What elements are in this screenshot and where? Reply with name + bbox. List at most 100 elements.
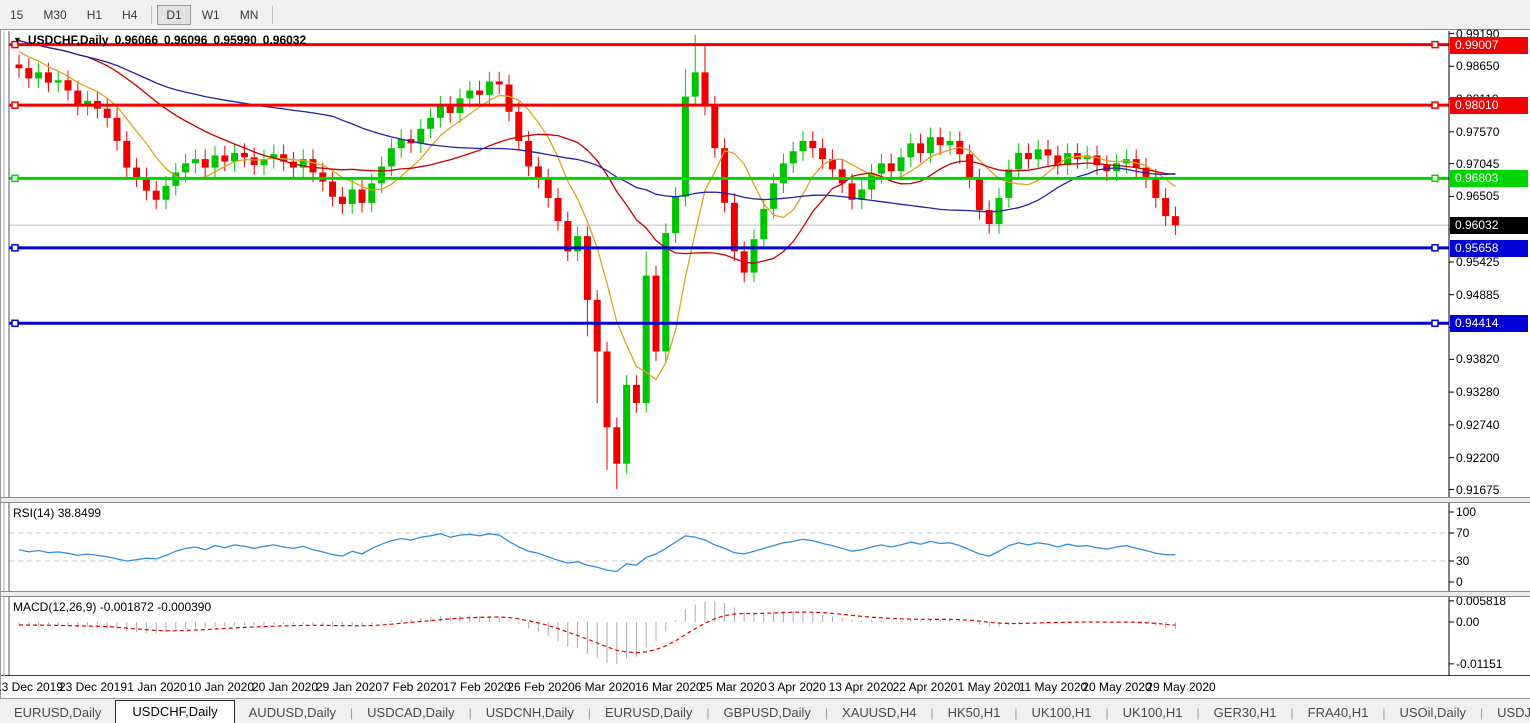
- candle-body[interactable]: [652, 275, 660, 352]
- candle-body[interactable]: [152, 190, 160, 200]
- candle-body[interactable]: [691, 72, 699, 97]
- line-handle[interactable]: [1431, 101, 1439, 109]
- candle-body[interactable]: [417, 128, 425, 144]
- candle-body[interactable]: [103, 108, 111, 118]
- candle-body[interactable]: [35, 72, 43, 79]
- candle-body[interactable]: [25, 68, 33, 79]
- candle-body[interactable]: [672, 196, 680, 234]
- line-handle[interactable]: [1431, 174, 1439, 183]
- candle-body[interactable]: [495, 81, 503, 85]
- candle-body[interactable]: [397, 139, 405, 149]
- candle-body[interactable]: [15, 64, 23, 69]
- candle-body[interactable]: [123, 140, 131, 168]
- line-handle[interactable]: [11, 244, 19, 252]
- price-level-badge[interactable]: 0.96803: [1450, 170, 1528, 188]
- line-handle[interactable]: [11, 174, 19, 183]
- chart-tab-uk100-h1[interactable]: UK100,H1: [1017, 702, 1105, 723]
- candle-body[interactable]: [113, 117, 121, 141]
- candle-body[interactable]: [505, 84, 513, 112]
- candle-body[interactable]: [819, 148, 827, 160]
- candle-body[interactable]: [338, 196, 346, 205]
- candle-body[interactable]: [211, 155, 219, 168]
- candle-body[interactable]: [240, 153, 248, 158]
- line-handle[interactable]: [11, 319, 19, 328]
- candle-body[interactable]: [162, 185, 170, 200]
- chart-tab-gbpusd-daily[interactable]: GBPUSD,Daily: [709, 702, 824, 723]
- candle-body[interactable]: [936, 137, 944, 146]
- chart-tab-usdchf-daily[interactable]: USDCHF,Daily: [115, 700, 235, 723]
- chart-tab-eurusd-daily[interactable]: EURUSD,Daily: [591, 702, 706, 723]
- candle-body[interactable]: [593, 299, 601, 352]
- candle-body[interactable]: [231, 153, 239, 162]
- candle-body[interactable]: [789, 151, 797, 164]
- candle-body[interactable]: [642, 275, 650, 404]
- line-handle[interactable]: [11, 101, 19, 109]
- candle-body[interactable]: [309, 159, 317, 173]
- candle-body[interactable]: [917, 143, 925, 154]
- candle-body[interactable]: [387, 148, 395, 167]
- chart-tab-usdcad-daily[interactable]: USDCAD,Daily: [353, 702, 468, 723]
- chart-tab-hk50-h1[interactable]: HK50,H1: [934, 702, 1015, 723]
- candle-body[interactable]: [525, 140, 533, 167]
- candle-body[interactable]: [946, 140, 954, 146]
- candle-body[interactable]: [1015, 153, 1023, 170]
- price-level-badge[interactable]: 0.94414: [1450, 315, 1528, 333]
- candle-body[interactable]: [74, 90, 82, 106]
- candle-body[interactable]: [1005, 169, 1013, 198]
- candle-body[interactable]: [476, 90, 484, 95]
- candle-body[interactable]: [1034, 149, 1042, 160]
- candle-body[interactable]: [662, 233, 670, 352]
- candle-body[interactable]: [1044, 149, 1052, 156]
- candle-body[interactable]: [64, 80, 72, 91]
- chart-tab-fra40-h1[interactable]: FRA40,H1: [1294, 702, 1383, 723]
- candle-body[interactable]: [897, 157, 905, 172]
- candle-body[interactable]: [926, 137, 934, 154]
- candle-body[interactable]: [544, 178, 552, 198]
- candle-body[interactable]: [877, 163, 885, 174]
- chart-canvas[interactable]: [1, 30, 1530, 698]
- candle-body[interactable]: [534, 166, 542, 179]
- candle-body[interactable]: [201, 159, 209, 168]
- candle-body[interactable]: [250, 157, 258, 166]
- candle-body[interactable]: [133, 167, 141, 178]
- price-level-badge[interactable]: 0.98010: [1450, 97, 1528, 115]
- timeframe-button-w1[interactable]: W1: [193, 5, 229, 25]
- chevron-down-icon[interactable]: ▼: [13, 35, 22, 45]
- candle-body[interactable]: [44, 72, 52, 83]
- candle-body[interactable]: [1024, 153, 1032, 160]
- candle-body[interactable]: [583, 236, 591, 300]
- price-axis[interactable]: 0.991900.986500.981100.975700.970450.965…: [1449, 27, 1530, 676]
- price-level-badge[interactable]: 0.99007: [1450, 36, 1528, 54]
- price-level-badge[interactable]: 0.95658: [1450, 239, 1528, 257]
- candle-body[interactable]: [868, 173, 876, 190]
- candle-body[interactable]: [887, 163, 895, 172]
- candle-body[interactable]: [466, 90, 474, 99]
- timeframe-button-15[interactable]: 15: [1, 5, 32, 25]
- candle-body[interactable]: [681, 96, 689, 197]
- candle-body[interactable]: [809, 140, 817, 149]
- candle-body[interactable]: [221, 155, 229, 162]
- candle-body[interactable]: [613, 427, 621, 464]
- candle-body[interactable]: [1152, 178, 1160, 198]
- candle-body[interactable]: [632, 384, 640, 404]
- chart-tab-audusd-daily[interactable]: AUDUSD,Daily: [235, 702, 350, 723]
- candle-body[interactable]: [54, 80, 62, 83]
- chart-tab-ger30-h1[interactable]: GER30,H1: [1200, 702, 1291, 723]
- timeframe-button-h1[interactable]: H1: [78, 5, 111, 25]
- candle-body[interactable]: [603, 351, 611, 428]
- chart-tab-usdcnh-daily[interactable]: USDCNH,Daily: [472, 702, 588, 723]
- candle-body[interactable]: [711, 105, 719, 149]
- candle-body[interactable]: [554, 197, 562, 221]
- chart-tab-eurusd-daily[interactable]: EURUSD,Daily: [0, 702, 115, 723]
- candle-body[interactable]: [1162, 197, 1170, 217]
- candle-body[interactable]: [623, 384, 631, 464]
- line-handle[interactable]: [1431, 319, 1439, 328]
- chart-tab-uk100-h1[interactable]: UK100,H1: [1109, 702, 1197, 723]
- candle-body[interactable]: [701, 72, 709, 106]
- timeframe-button-h4[interactable]: H4: [113, 5, 146, 25]
- candle-body[interactable]: [191, 159, 199, 164]
- candle-body[interactable]: [368, 183, 376, 203]
- line-handle[interactable]: [1431, 40, 1439, 49]
- candle-body[interactable]: [348, 189, 356, 205]
- candle-body[interactable]: [730, 202, 738, 252]
